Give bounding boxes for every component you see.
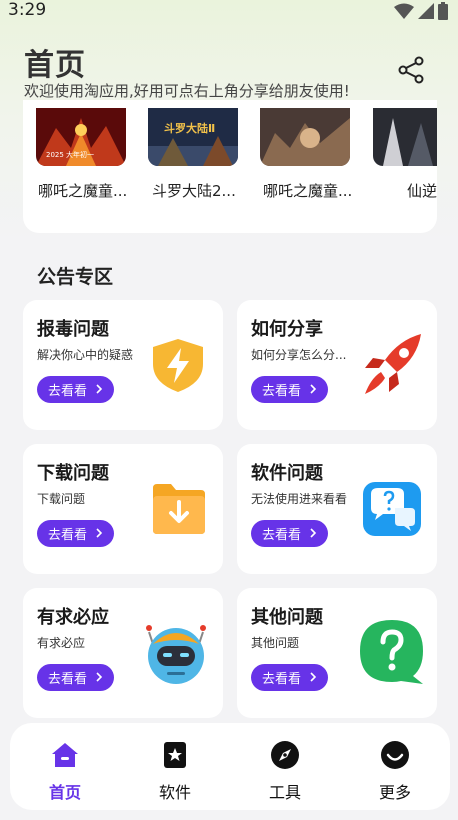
star-bookmark-icon bbox=[164, 742, 186, 768]
card-title: 报毒问题 bbox=[37, 319, 109, 340]
go-see-label: 去看看 bbox=[48, 672, 88, 687]
poster-4[interactable] bbox=[373, 108, 437, 166]
wifi-icon bbox=[394, 3, 414, 19]
card-desc: 如何分享怎么分... bbox=[251, 348, 347, 362]
chevron-right-icon bbox=[310, 384, 317, 394]
compass-icon bbox=[271, 741, 299, 769]
section-title-notices: 公告专区 bbox=[37, 266, 114, 288]
robot-icon bbox=[146, 625, 206, 684]
carousel-item-title[interactable]: 哪吒之魔童... bbox=[263, 180, 352, 201]
card-desc: 解决你心中的疑惑 bbox=[37, 348, 134, 362]
go-see-button[interactable]: 去看看 bbox=[37, 664, 114, 691]
card-desc: 无法使用进来看看 bbox=[251, 492, 348, 506]
nav-item-home[interactable]: 首页 bbox=[15, 723, 115, 810]
card-title: 下载问题 bbox=[37, 463, 109, 484]
shield-bolt-icon bbox=[153, 339, 203, 392]
poster-3[interactable] bbox=[260, 108, 350, 166]
carousel-item-title[interactable]: 斗罗大陆2... bbox=[152, 180, 236, 201]
video-carousel[interactable]: 2025 大年初一 斗罗大陆Ⅱ 哪吒之魔童... 斗罗大陆2... 哪吒之魔童.… bbox=[23, 100, 437, 233]
poster-2-caption: 斗罗大陆Ⅱ bbox=[164, 122, 216, 135]
signal-icon bbox=[418, 3, 434, 19]
card-title: 软件问题 bbox=[251, 463, 323, 484]
share-icon bbox=[398, 56, 424, 84]
battery-icon bbox=[438, 2, 448, 20]
notice-card-download[interactable]: 下载问题 下载问题 去看看 bbox=[23, 444, 223, 574]
go-see-button[interactable]: 去看看 bbox=[37, 520, 114, 547]
nav-label: 首页 bbox=[48, 783, 81, 802]
chevron-right-icon bbox=[310, 672, 317, 682]
nav-label: 更多 bbox=[378, 783, 411, 802]
status-icons bbox=[394, 2, 448, 20]
chevron-right-icon bbox=[96, 384, 103, 394]
chevron-right-icon bbox=[310, 528, 317, 538]
carousel-item-title[interactable]: 哪吒之魔童... bbox=[38, 180, 127, 201]
card-title: 其他问题 bbox=[251, 607, 323, 628]
card-desc: 有求必应 bbox=[37, 636, 86, 650]
page-title: 首页 bbox=[24, 48, 86, 83]
smile-icon bbox=[381, 741, 409, 769]
bottom-nav: 首页 软件 工具 更多 bbox=[10, 723, 450, 810]
poster-1-caption: 2025 大年初一 bbox=[46, 151, 95, 159]
poster-2[interactable]: 斗罗大陆Ⅱ bbox=[148, 108, 238, 166]
notice-card-share[interactable]: 如何分享 如何分享怎么分... 去看看 bbox=[237, 300, 437, 430]
nav-item-software[interactable]: 软件 bbox=[125, 723, 225, 810]
go-see-label: 去看看 bbox=[48, 528, 88, 543]
nav-label: 工具 bbox=[268, 783, 301, 802]
page-subtitle: 欢迎使用淘应用,好用可点右上角分享给朋友使用! bbox=[24, 82, 350, 100]
go-see-button[interactable]: 去看看 bbox=[251, 520, 328, 547]
notice-card-virus[interactable]: 报毒问题 解决你心中的疑惑 去看看 bbox=[23, 300, 223, 430]
rocket-icon bbox=[365, 334, 421, 394]
card-title: 有求必应 bbox=[37, 607, 109, 628]
home-icon bbox=[52, 743, 78, 767]
chevron-right-icon bbox=[96, 528, 103, 538]
go-see-label: 去看看 bbox=[262, 528, 302, 543]
go-see-label: 去看看 bbox=[262, 384, 302, 399]
go-see-button[interactable]: 去看看 bbox=[251, 664, 328, 691]
notice-card-request[interactable]: 有求必应 有求必应 去看看 bbox=[23, 588, 223, 718]
notice-card-software[interactable]: 软件问题 无法使用进来看看 去看看 bbox=[237, 444, 437, 574]
notice-card-other[interactable]: 其他问题 其他问题 去看看 bbox=[237, 588, 437, 718]
nav-item-tools[interactable]: 工具 bbox=[235, 723, 335, 810]
go-see-label: 去看看 bbox=[262, 672, 302, 687]
nav-item-more[interactable]: 更多 bbox=[345, 723, 445, 810]
card-desc: 下载问题 bbox=[37, 492, 86, 506]
go-see-button[interactable]: 去看看 bbox=[37, 376, 114, 403]
share-button[interactable] bbox=[396, 55, 426, 85]
download-folder-icon bbox=[153, 484, 205, 534]
card-desc: 其他问题 bbox=[251, 636, 300, 650]
poster-1[interactable]: 2025 大年初一 bbox=[36, 108, 126, 166]
card-title: 如何分享 bbox=[251, 319, 323, 340]
status-time: 3:29 bbox=[8, 0, 47, 20]
question-chat-icon bbox=[363, 482, 421, 536]
go-see-button[interactable]: 去看看 bbox=[251, 376, 328, 403]
status-bar: 3:29 bbox=[0, 0, 458, 22]
nav-label: 软件 bbox=[158, 783, 191, 802]
carousel-item-title[interactable]: 仙逆 bbox=[407, 180, 437, 201]
go-see-label: 去看看 bbox=[48, 384, 88, 399]
question-bubble-icon bbox=[360, 620, 423, 684]
chevron-right-icon bbox=[96, 672, 103, 682]
